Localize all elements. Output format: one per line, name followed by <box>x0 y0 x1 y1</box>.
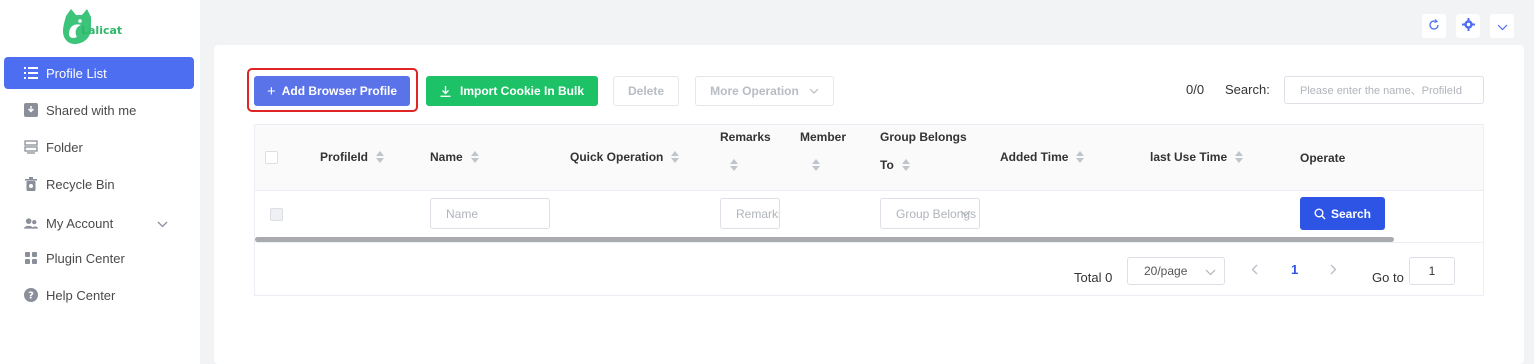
sidebar-item-label: Plugin Center <box>46 250 125 266</box>
column-label: ProfileId <box>320 150 369 164</box>
sort-icon[interactable] <box>671 151 680 163</box>
logo-text: Lalicat <box>81 24 123 37</box>
page-size-select[interactable]: 20/page <box>1127 257 1225 285</box>
sort-icon[interactable] <box>812 159 820 171</box>
refresh-icon <box>1428 18 1440 34</box>
grid-icon <box>24 251 38 265</box>
search-label: Search: <box>1225 82 1270 97</box>
sidebar-item-folder[interactable]: Folder <box>4 131 194 163</box>
column-label: Operate <box>1300 151 1346 165</box>
column-header-quick-operation[interactable]: Quick Operation <box>570 150 680 164</box>
next-page-button[interactable] <box>1330 263 1337 278</box>
list-icon <box>24 66 38 80</box>
search-input[interactable]: Please enter the name、ProfileId <box>1284 76 1484 104</box>
search-button-label: Search <box>1330 206 1372 221</box>
app-logo: Lalicat <box>58 6 148 50</box>
sidebar-item-label: Shared with me <box>46 102 137 118</box>
column-label: last Use Time <box>1150 150 1228 164</box>
page-size-value: 20/page <box>1144 264 1188 278</box>
name-filter-input[interactable]: Name <box>430 198 550 229</box>
row-checkbox[interactable] <box>270 208 283 221</box>
prev-page-button[interactable] <box>1251 263 1258 278</box>
help-circle-icon: ? <box>24 288 38 302</box>
column-label: Quick Operation <box>570 150 664 164</box>
search-icon <box>1314 208 1326 220</box>
sidebar-item-label: My Account <box>46 215 114 231</box>
pagination-total: Total 0 <box>1074 270 1113 285</box>
folder-stack-icon <box>24 140 38 154</box>
profile-list-panel: + Add Browser Profile Import Cookie In B… <box>214 45 1524 364</box>
sidebar-item-label: Recycle Bin <box>46 176 115 192</box>
refresh-button[interactable] <box>1422 14 1446 38</box>
sort-icon[interactable] <box>901 159 910 171</box>
profile-table: ProfileId Name Quick Operation Remarks M… <box>254 124 1484 296</box>
sort-icon[interactable] <box>1076 151 1085 163</box>
import-cookie-label: Import Cookie In Bulk <box>459 84 584 98</box>
svg-text:?: ? <box>28 291 34 302</box>
column-header-profileid[interactable]: ProfileId <box>320 150 385 164</box>
sidebar-item-plugin-center[interactable]: Plugin Center <box>4 242 194 274</box>
sidebar-item-label: Folder <box>46 139 83 155</box>
sort-icon[interactable] <box>730 159 738 171</box>
column-header-last-use-time[interactable]: last Use Time <box>1150 150 1244 164</box>
delete-label: Delete <box>627 84 665 98</box>
search-button[interactable]: Search <box>1300 197 1385 230</box>
column-label: Added Time <box>1000 150 1069 164</box>
column-label: To <box>880 158 894 172</box>
column-label: Member <box>800 130 847 144</box>
sidebar-item-shared-with-me[interactable]: Shared with me <box>4 94 194 126</box>
sidebar-item-profile-list[interactable]: Profile List <box>4 57 194 89</box>
column-header-member[interactable]: Member <box>800 130 846 171</box>
sort-icon[interactable] <box>1235 151 1244 163</box>
goto-page-input[interactable]: 1 <box>1409 257 1455 285</box>
table-header: ProfileId Name Quick Operation Remarks M… <box>255 125 1483 191</box>
trash-icon <box>24 177 38 191</box>
download-tray-icon <box>24 103 38 117</box>
column-label: Name <box>430 150 463 164</box>
column-label: Group Belongs <box>880 130 967 144</box>
group-filter-select[interactable]: Group Belongs To <box>880 198 980 229</box>
gear-icon <box>1461 18 1475 34</box>
chevron-down-icon <box>1205 265 1216 279</box>
more-operation-label: More Operation <box>710 84 799 98</box>
chevron-down-icon <box>1497 19 1508 34</box>
column-header-added-time[interactable]: Added Time <box>1000 150 1085 164</box>
sort-icon[interactable] <box>470 151 479 163</box>
delete-button[interactable]: Delete <box>613 76 679 106</box>
more-operation-dropdown[interactable]: More Operation <box>695 76 834 106</box>
add-browser-profile-label: Add Browser Profile <box>281 84 398 98</box>
chevron-down-icon <box>809 88 819 94</box>
sort-icon[interactable] <box>376 151 385 163</box>
chevron-down-icon <box>960 210 971 217</box>
select-all-checkbox[interactable] <box>265 151 278 164</box>
column-label: Remarks <box>720 130 771 144</box>
plus-icon: + <box>266 82 276 100</box>
sidebar-item-label: Help Center <box>46 287 116 303</box>
import-cookie-button[interactable]: Import Cookie In Bulk <box>426 76 598 106</box>
settings-button[interactable] <box>1456 14 1480 38</box>
column-header-name[interactable]: Name <box>430 150 479 164</box>
account-menu-button[interactable] <box>1490 14 1514 38</box>
column-header-group-belongs-to[interactable]: Group Belongs To <box>880 130 967 172</box>
sidebar-item-my-account[interactable]: My Account <box>4 207 194 239</box>
column-header-operate: Operate <box>1300 151 1345 165</box>
column-header-remarks[interactable]: Remarks <box>720 130 771 171</box>
sidebar-item-help-center[interactable]: ? Help Center <box>4 279 194 311</box>
divider <box>255 242 1483 243</box>
sidebar: Lalicat Profile List Shared with me Fold… <box>0 0 200 364</box>
download-icon <box>440 85 451 97</box>
profile-counter: 0/0 <box>1186 82 1205 97</box>
sidebar-item-recycle-bin[interactable]: Recycle Bin <box>4 168 194 200</box>
users-icon <box>24 216 38 230</box>
chevron-down-icon <box>157 216 168 231</box>
sidebar-item-label: Profile List <box>46 65 107 81</box>
remarks-filter-input[interactable]: Remarks <box>720 198 780 229</box>
goto-label: Go to <box>1372 270 1404 285</box>
page-number-current[interactable]: 1 <box>1291 262 1298 277</box>
add-browser-profile-button[interactable]: + Add Browser Profile <box>254 76 410 106</box>
